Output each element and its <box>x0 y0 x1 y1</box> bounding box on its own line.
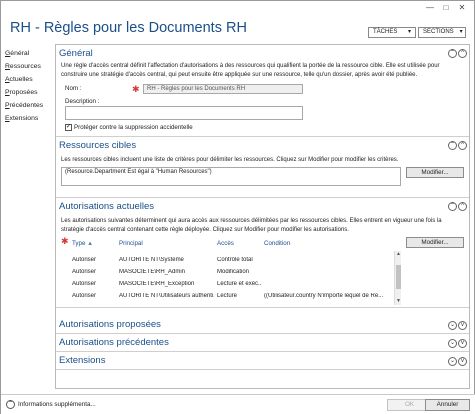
cell-type: Autoriser <box>72 281 97 287</box>
collapse-all-icon[interactable]: ⌃ <box>448 141 457 150</box>
content-panel: Général ⌃ ^ Une règle d'accès central dé… <box>55 44 470 389</box>
dialog-window: — □ ✕ RH - Règles pour les Documents RH … <box>0 0 475 414</box>
minimize-button[interactable]: — <box>422 3 438 12</box>
description-label: Description : <box>65 98 100 105</box>
divider <box>56 136 469 137</box>
divider <box>56 307 469 308</box>
section-ressources: Ressources cibles ⌃ ^ Les ressources cib… <box>56 138 469 196</box>
expand-all-icon[interactable]: ⌄ <box>448 357 457 366</box>
scroll-down-icon[interactable]: ▼ <box>395 298 402 305</box>
expand-icon[interactable]: v <box>458 339 467 348</box>
cell-principal: AUTORITE NT\Système <box>119 257 184 263</box>
nav-item-ressources[interactable]: Ressources <box>5 60 51 73</box>
taches-dropdown[interactable]: TÂCHES ▾ <box>368 27 416 38</box>
general-description: Une règle d'accès central définit l'affe… <box>61 63 440 78</box>
collapse-all-icon[interactable]: ⌃ <box>448 202 457 211</box>
cell-type: Autoriser <box>72 257 97 263</box>
section-heading-proposees: Autorisations proposées <box>59 319 161 330</box>
sort-asc-icon: ▲ <box>87 241 94 247</box>
more-info-label[interactable]: Informations supplémenta... <box>18 401 96 408</box>
name-label: Nom : <box>65 85 82 92</box>
section-controls: ⌄ v <box>448 339 467 348</box>
chevron-down-icon: ▾ <box>459 29 463 35</box>
cell-acces: Contrôle total <box>217 257 253 263</box>
section-actuelles: Autorisations actuelles ⌃ ^ Les autorisa… <box>56 199 469 305</box>
expand-all-icon[interactable]: ⌄ <box>448 339 457 348</box>
required-icon: ✱ <box>61 236 69 246</box>
protect-checkbox[interactable]: ✓ <box>65 124 72 131</box>
maximize-button[interactable]: □ <box>438 3 454 12</box>
target-condition-field[interactable]: (Resource.Department Est égal à "Human R… <box>61 167 401 186</box>
expand-all-icon[interactable]: ⌄ <box>448 321 457 330</box>
cell-acces: Lecture <box>217 293 238 299</box>
taches-label: TÂCHES <box>373 29 398 35</box>
collapse-icon[interactable]: ^ <box>458 141 467 150</box>
nav-item-actuelles[interactable]: Actuelles <box>5 73 51 86</box>
expand-info-icon[interactable]: ⌃ <box>6 400 15 409</box>
collapse-all-icon[interactable]: ⌃ <box>448 49 457 58</box>
ressources-description: Les ressources cibles incluent une liste… <box>61 157 399 163</box>
nav-item-precedentes[interactable]: Précédentes <box>5 99 51 112</box>
divider <box>56 369 469 370</box>
cell-acces: Lecture et exéc... <box>217 281 262 287</box>
cell-type: Autoriser <box>72 269 97 275</box>
close-button[interactable]: ✕ <box>454 3 470 12</box>
section-general: Général ⌃ ^ Une règle d'accès central dé… <box>56 45 469 143</box>
cell-principal: MASOCIETE\RH_Exception <box>119 281 195 287</box>
nav-item-proposees[interactable]: Proposées <box>5 86 51 99</box>
sections-label: SECTIONS <box>423 29 454 35</box>
cell-acces: Modification <box>217 269 250 275</box>
divider <box>56 197 469 198</box>
modify-permissions-button[interactable]: Modifier... <box>406 237 464 248</box>
table-scrollbar[interactable]: ▲ ▼ <box>394 251 401 305</box>
window-controls: — □ ✕ <box>422 3 470 12</box>
expand-icon[interactable]: v <box>458 357 467 366</box>
nav-item-extensions[interactable]: Extensions <box>5 112 51 125</box>
section-heading-actuelles: Autorisations actuelles <box>59 201 155 212</box>
cancel-button[interactable]: Annuler <box>425 399 470 411</box>
column-header-type[interactable]: Type ▲ <box>72 240 93 247</box>
section-controls: ⌄ v <box>448 357 467 366</box>
description-field[interactable] <box>65 106 303 120</box>
section-controls: ⌃ ^ <box>448 141 467 150</box>
column-header-principal[interactable]: Principal <box>119 240 143 247</box>
dialog-footer: ⌃ Informations supplémenta... OK Annuler <box>1 394 475 414</box>
column-header-acces[interactable]: Accès <box>217 240 234 247</box>
name-field[interactable]: RH - Règles pour les Documents RH <box>143 84 303 94</box>
cell-condition: ((Utilisateur.country N'importe lequel d… <box>264 293 384 299</box>
scroll-thumb[interactable] <box>396 265 401 289</box>
section-controls: ⌃ ^ <box>448 49 467 58</box>
section-precedentes[interactable]: Autorisations précédentes ⌄ v <box>56 334 469 350</box>
expand-icon[interactable]: v <box>458 321 467 330</box>
scroll-up-icon[interactable]: ▲ <box>395 251 402 258</box>
cell-type: Autoriser <box>72 293 97 299</box>
collapse-icon[interactable]: ^ <box>458 49 467 58</box>
sections-dropdown[interactable]: SECTIONS ▾ <box>418 27 466 38</box>
section-heading-general: Général <box>59 48 93 59</box>
section-controls: ⌃ ^ <box>448 202 467 211</box>
column-header-condition[interactable]: Condition <box>264 240 290 247</box>
modify-resources-button[interactable]: Modifier... <box>406 167 464 178</box>
page-title: RH - Règles pour les Documents RH <box>10 20 247 36</box>
section-heading-ressources: Ressources cibles <box>59 140 137 151</box>
section-extensions[interactable]: Extensions ⌄ v <box>56 352 469 368</box>
actuelles-description: Les autorisations suivantes déterminent … <box>61 218 442 233</box>
section-heading-precedentes: Autorisations précédentes <box>59 337 169 348</box>
section-nav: Général Ressources Actuelles Proposées P… <box>5 47 51 125</box>
required-icon: ✱ <box>132 84 140 94</box>
collapse-icon[interactable]: ^ <box>458 202 467 211</box>
protect-label: Protéger contre la suppression accidente… <box>74 124 193 131</box>
cell-principal: MASOCIETE\RH_Admin <box>119 269 186 275</box>
chevron-down-icon: ▾ <box>407 29 411 35</box>
section-heading-extensions: Extensions <box>59 355 106 366</box>
cell-principal: AUTORITE NT\Utilisateurs authenti... <box>119 293 214 299</box>
section-proposees[interactable]: Autorisations proposées ⌄ v <box>56 309 469 330</box>
nav-item-general[interactable]: Général <box>5 47 51 60</box>
section-controls: ⌄ v <box>448 321 467 330</box>
